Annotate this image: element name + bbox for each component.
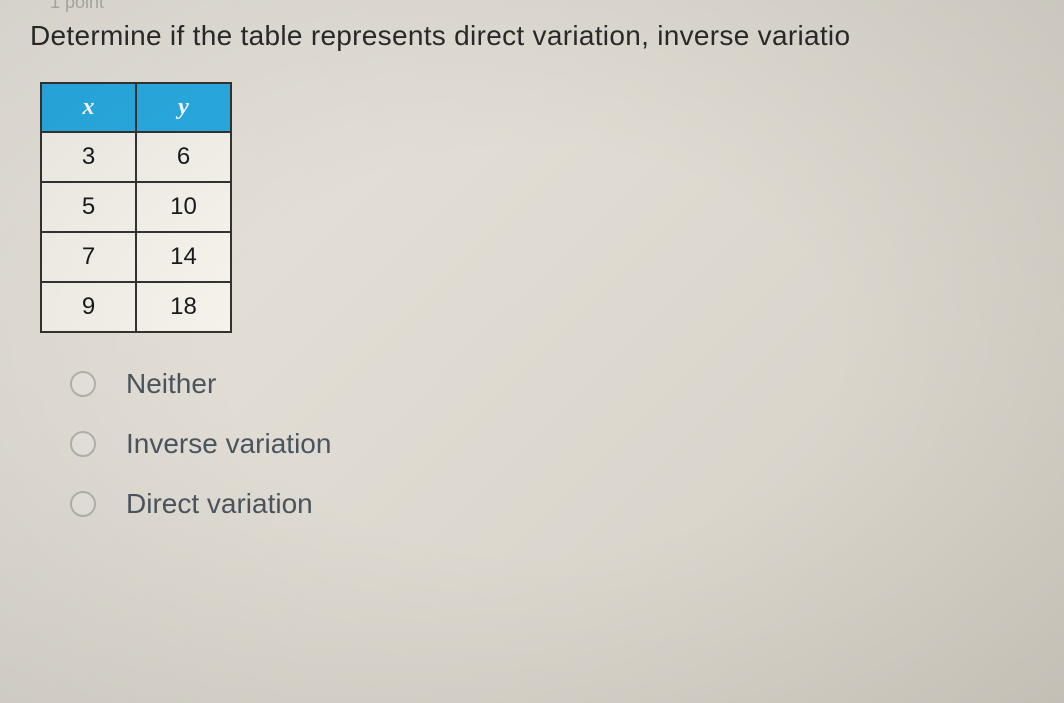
table-header-row: x y	[41, 83, 231, 132]
cell-y: 14	[136, 232, 231, 282]
cell-x: 7	[41, 232, 136, 282]
radio-icon[interactable]	[70, 371, 96, 397]
points-label: 1 point	[50, 0, 104, 13]
option-neither[interactable]: Neither	[70, 368, 1034, 400]
option-label: Direct variation	[126, 488, 313, 520]
option-inverse-variation[interactable]: Inverse variation	[70, 428, 1034, 460]
question-text: Determine if the table represents direct…	[30, 20, 1034, 52]
table-row: 7 14	[41, 232, 231, 282]
cell-x: 3	[41, 132, 136, 182]
data-table: x y 3 6 5 10 7 14 9 18	[40, 82, 232, 333]
table-row: 9 18	[41, 282, 231, 332]
option-label: Inverse variation	[126, 428, 331, 460]
table-row: 3 6	[41, 132, 231, 182]
option-label: Neither	[126, 368, 216, 400]
option-direct-variation[interactable]: Direct variation	[70, 488, 1034, 520]
table-row: 5 10	[41, 182, 231, 232]
cell-x: 9	[41, 282, 136, 332]
options-list: Neither Inverse variation Direct variati…	[70, 368, 1034, 520]
question-panel: 1 point Determine if the table represent…	[0, 0, 1064, 568]
cell-x: 5	[41, 182, 136, 232]
cell-y: 18	[136, 282, 231, 332]
table-header-y: y	[136, 83, 231, 132]
cell-y: 10	[136, 182, 231, 232]
cell-y: 6	[136, 132, 231, 182]
radio-icon[interactable]	[70, 491, 96, 517]
radio-icon[interactable]	[70, 431, 96, 457]
table-header-x: x	[41, 83, 136, 132]
